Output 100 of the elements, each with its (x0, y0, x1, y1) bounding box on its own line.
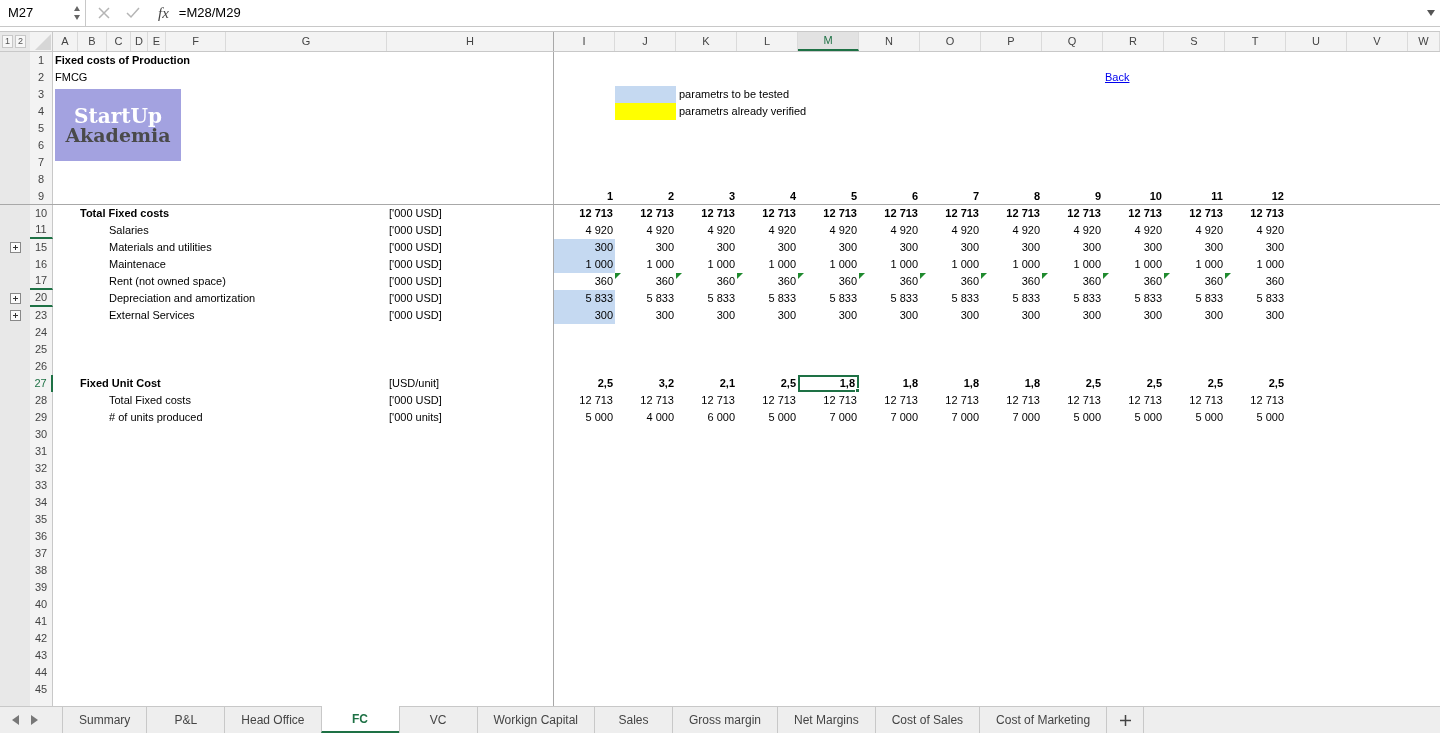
error-indicator-icon[interactable] (920, 273, 926, 279)
sheet-tab[interactable]: Head Office (224, 707, 321, 733)
error-indicator-icon[interactable] (1225, 273, 1231, 279)
row-header[interactable]: 15 (30, 239, 53, 256)
column-header[interactable]: A (53, 32, 78, 51)
unit-label: ['000 USD] (389, 259, 442, 270)
row-header[interactable]: 35 (30, 511, 53, 528)
row-header[interactable]: 43 (30, 647, 53, 664)
column-header[interactable]: B (78, 32, 107, 51)
column-header[interactable]: D (131, 32, 148, 51)
name-box[interactable]: M27 (0, 0, 86, 27)
row-header[interactable]: 39 (30, 579, 53, 596)
row-header[interactable]: 23 (30, 307, 53, 324)
column-header[interactable]: O (920, 32, 981, 51)
row-header[interactable]: 38 (30, 562, 53, 579)
row-header[interactable]: 4 (30, 103, 53, 120)
column-header[interactable]: U (1286, 32, 1347, 51)
row-header[interactable]: 7 (30, 154, 53, 171)
sheet-tab[interactable]: Cost of Marketing (979, 707, 1107, 733)
column-header[interactable]: S (1164, 32, 1225, 51)
column-header[interactable]: F (166, 32, 226, 51)
fill-handle[interactable] (855, 388, 860, 392)
row-header[interactable]: 34 (30, 494, 53, 511)
sheet-tab[interactable]: Workign Capital (476, 707, 594, 733)
selected-cell-border[interactable]: 1,8 (798, 375, 859, 392)
error-indicator-icon[interactable] (1103, 273, 1109, 279)
sheet-tab[interactable]: VC (398, 707, 477, 733)
sheet-tab[interactable]: FC (320, 706, 399, 733)
error-indicator-icon[interactable] (737, 273, 743, 279)
column-header[interactable]: W (1408, 32, 1440, 51)
scroll-left-icon[interactable] (12, 715, 19, 725)
column-header[interactable]: N (859, 32, 920, 51)
row-header[interactable]: 28 (30, 392, 53, 409)
row-header[interactable]: 41 (30, 613, 53, 630)
column-header[interactable]: P (981, 32, 1042, 51)
formula-input[interactable]: =M28/M29 (178, 3, 241, 23)
sheet-tab[interactable]: Summary (62, 707, 147, 733)
row-header[interactable]: 37 (30, 545, 53, 562)
expand-group-icon[interactable] (9, 310, 21, 321)
dropdown-icon[interactable] (1427, 10, 1435, 16)
outline-level-button[interactable]: 1 (2, 35, 13, 48)
spinner-icon[interactable] (73, 4, 81, 22)
row-header[interactable]: 11 (30, 222, 53, 239)
row-header[interactable]: 45 (30, 681, 53, 698)
expand-group-icon[interactable] (9, 293, 21, 304)
column-header[interactable]: R (1103, 32, 1164, 51)
row-header[interactable]: 32 (30, 460, 53, 477)
row-header[interactable]: 16 (30, 256, 53, 273)
row-header[interactable]: 26 (30, 358, 53, 375)
back-link[interactable]: Back (1105, 72, 1130, 83)
row-header[interactable]: 24 (30, 324, 53, 341)
row-header[interactable]: 30 (30, 426, 53, 443)
error-indicator-icon[interactable] (615, 273, 621, 279)
row-header[interactable]: 42 (30, 630, 53, 647)
sheet-tab[interactable]: P&L (146, 707, 225, 733)
row-header[interactable]: 10 (30, 205, 53, 222)
row-header[interactable]: 17 (30, 273, 53, 290)
error-indicator-icon[interactable] (1042, 273, 1048, 279)
row-header[interactable]: 25 (30, 341, 53, 358)
row-header[interactable]: 3 (30, 86, 53, 103)
column-header[interactable]: I (554, 32, 615, 51)
sheet-tab[interactable]: Net Margins (777, 707, 875, 733)
scroll-right-icon[interactable] (31, 715, 38, 725)
error-indicator-icon[interactable] (859, 273, 865, 279)
column-header[interactable]: K (676, 32, 737, 51)
error-indicator-icon[interactable] (676, 273, 682, 279)
sheet-tab[interactable]: Gross margin (672, 707, 777, 733)
function-button[interactable]: fx (158, 1, 169, 25)
column-header[interactable]: M (798, 32, 859, 51)
row-header[interactable]: 36 (30, 528, 53, 545)
column-header[interactable]: G (226, 32, 387, 51)
sheet-tab[interactable]: Cost of Sales (874, 707, 980, 733)
check-icon[interactable] (126, 7, 140, 19)
add-sheet-button[interactable] (1106, 707, 1145, 733)
row-header[interactable]: 20 (30, 290, 53, 307)
row-header[interactable]: 5 (30, 120, 53, 137)
expand-group-icon[interactable] (9, 242, 21, 253)
row-header[interactable]: 31 (30, 443, 53, 460)
error-indicator-icon[interactable] (981, 273, 987, 279)
column-header[interactable]: C (107, 32, 131, 51)
row-header[interactable]: 6 (30, 137, 53, 154)
error-indicator-icon[interactable] (1164, 273, 1170, 279)
row-header[interactable]: 44 (30, 664, 53, 681)
row-header[interactable]: 29 (30, 409, 53, 426)
row-header[interactable]: 33 (30, 477, 53, 494)
column-header[interactable]: J (615, 32, 676, 51)
row-header[interactable]: 2 (30, 69, 53, 86)
row-header[interactable]: 1 (30, 52, 53, 69)
column-header[interactable]: V (1347, 32, 1408, 51)
column-header[interactable]: E (148, 32, 166, 51)
column-header[interactable]: T (1225, 32, 1286, 51)
row-header[interactable]: 40 (30, 596, 53, 613)
outline-level-button[interactable]: 2 (15, 35, 26, 48)
error-indicator-icon[interactable] (798, 273, 804, 279)
column-header[interactable]: Q (1042, 32, 1103, 51)
column-header[interactable]: H (387, 32, 554, 51)
sheet-tab[interactable]: Sales (594, 707, 672, 733)
row-header[interactable]: 9 (30, 188, 53, 204)
row-header[interactable]: 8 (30, 171, 53, 188)
row-header[interactable]: 27 (30, 375, 53, 392)
